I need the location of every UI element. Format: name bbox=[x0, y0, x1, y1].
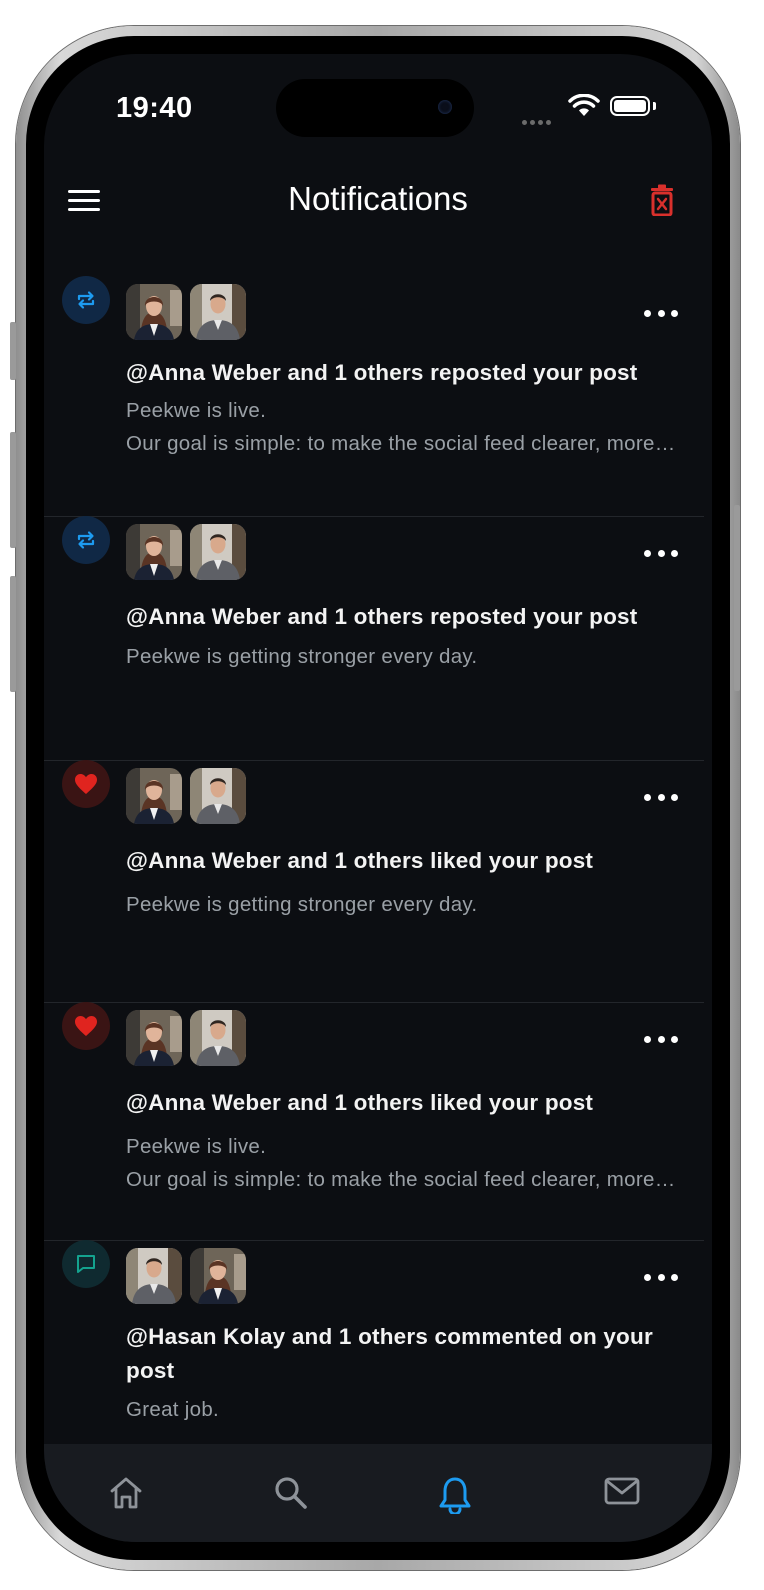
preview-line: Our goal is simple: to make the social f… bbox=[126, 432, 681, 455]
avatar[interactable] bbox=[190, 768, 246, 824]
avatar[interactable] bbox=[126, 1248, 182, 1304]
page-title: Notifications bbox=[288, 180, 468, 217]
avatar[interactable] bbox=[126, 768, 182, 824]
more-options-icon[interactable] bbox=[644, 1270, 678, 1284]
tab-bar bbox=[44, 1444, 712, 1542]
mail-icon[interactable] bbox=[604, 1476, 640, 1506]
avatar-group bbox=[126, 1248, 254, 1304]
trash-icon[interactable] bbox=[650, 184, 674, 216]
search-icon[interactable] bbox=[274, 1476, 308, 1510]
avatar[interactable] bbox=[190, 284, 246, 340]
avatar[interactable] bbox=[190, 1248, 246, 1304]
repost-icon bbox=[62, 516, 110, 564]
status-time: 19:40 bbox=[116, 92, 193, 124]
volume-down-button bbox=[10, 576, 16, 692]
avatar-group bbox=[126, 284, 254, 340]
notification-title: @Anna Weber and 1 others liked your post bbox=[126, 1090, 594, 1115]
battery-icon bbox=[610, 96, 650, 116]
avatar[interactable] bbox=[190, 1010, 246, 1066]
action-button bbox=[10, 322, 16, 380]
repost-icon bbox=[62, 276, 110, 324]
volume-up-button bbox=[10, 432, 16, 548]
comment-icon bbox=[62, 1240, 110, 1288]
avatar[interactable] bbox=[126, 284, 182, 340]
notification-preview: Peekwe is getting stronger every day. bbox=[126, 888, 681, 921]
notification-title: @Anna Weber and 1 others liked your post bbox=[126, 848, 594, 873]
notification-title: @Anna Weber and 1 others reposted your p… bbox=[126, 360, 638, 385]
preview-line: Peekwe is getting stronger every day. bbox=[126, 893, 478, 916]
front-camera bbox=[438, 100, 452, 114]
notification-preview: Great job. bbox=[126, 1393, 681, 1426]
more-options-icon[interactable] bbox=[644, 306, 678, 320]
avatar-group bbox=[126, 1010, 254, 1066]
preview-line: Great job. bbox=[126, 1398, 220, 1421]
notification-item[interactable]: @Anna Weber and 1 others liked your post… bbox=[44, 1002, 704, 1241]
notification-item[interactable]: @Anna Weber and 1 others reposted your p… bbox=[44, 276, 704, 517]
preview-line: Peekwe is live. bbox=[126, 1135, 267, 1158]
power-button bbox=[734, 505, 740, 691]
heart-icon bbox=[62, 760, 110, 808]
avatar-group bbox=[126, 768, 254, 824]
preview-line: Our goal is simple: to make the social f… bbox=[126, 1168, 681, 1191]
heart-icon bbox=[62, 1002, 110, 1050]
wifi-icon bbox=[568, 94, 600, 116]
notification-preview: Peekwe is live. Our goal is simple: to ma… bbox=[126, 1130, 681, 1196]
home-icon[interactable] bbox=[108, 1476, 144, 1510]
notification-preview: Peekwe is getting stronger every day. bbox=[126, 640, 681, 673]
more-options-icon[interactable] bbox=[644, 546, 678, 560]
bell-icon[interactable] bbox=[438, 1476, 472, 1514]
preview-line: Peekwe is live. bbox=[126, 399, 267, 422]
notification-title: @Anna Weber and 1 others reposted your p… bbox=[126, 604, 638, 629]
notification-item[interactable]: @Anna Weber and 1 others liked your post… bbox=[44, 760, 704, 1003]
avatar[interactable] bbox=[126, 1010, 182, 1066]
notification-title: @Hasan Kolay and 1 others commented on y… bbox=[126, 1324, 653, 1383]
app-screen: 19:40 Notifications @Anna Weber and 1 ot… bbox=[44, 54, 712, 1542]
more-options-icon[interactable] bbox=[644, 1032, 678, 1046]
cellular-signal-icon bbox=[522, 112, 554, 130]
more-options-icon[interactable] bbox=[644, 790, 678, 804]
notification-preview: Peekwe is live. Our goal is simple: to ma… bbox=[126, 394, 681, 460]
preview-line: Peekwe is getting stronger every day. bbox=[126, 645, 478, 668]
avatar[interactable] bbox=[126, 524, 182, 580]
avatar[interactable] bbox=[190, 524, 246, 580]
notification-item[interactable]: @Anna Weber and 1 others reposted your p… bbox=[44, 516, 704, 761]
avatar-group bbox=[126, 524, 254, 580]
